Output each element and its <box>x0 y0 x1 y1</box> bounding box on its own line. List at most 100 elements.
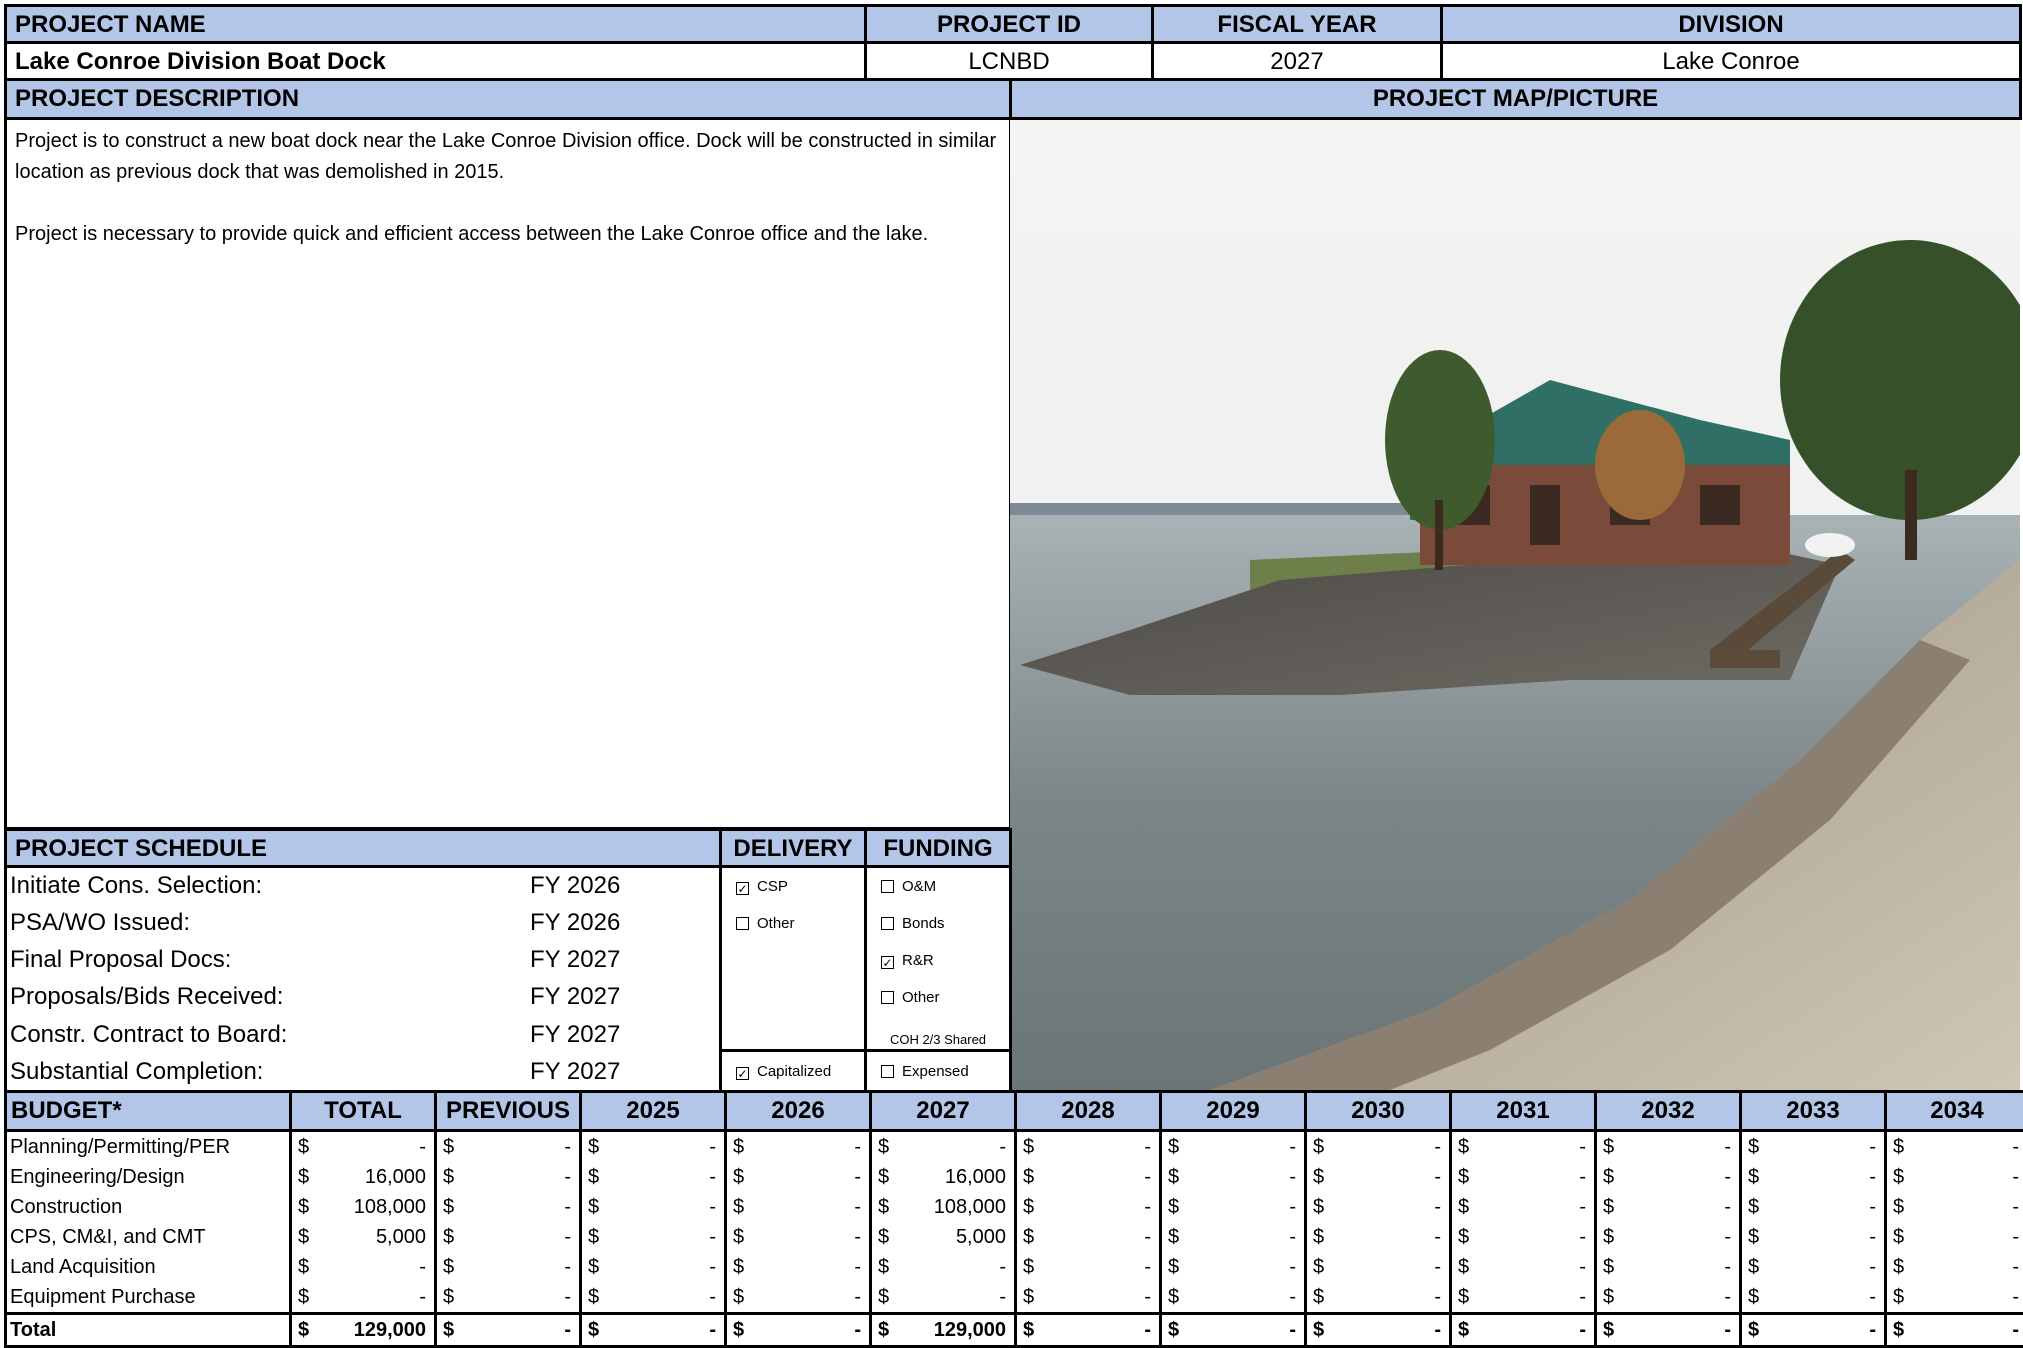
budget-cell: $- <box>1306 1192 1451 1222</box>
project-id-value: LCNBD <box>864 41 1154 81</box>
budget-amount: - <box>564 1226 571 1249</box>
budget-cell: $- <box>581 1192 726 1222</box>
schedule-task: PSA/WO Issued: <box>10 904 530 941</box>
budget-amount: - <box>1724 1226 1731 1249</box>
fiscal-year-value: 2027 <box>1151 41 1443 81</box>
budget-column-header: 2027 <box>871 1092 1016 1131</box>
currency-symbol: $ <box>1023 1196 1034 1219</box>
budget-cell: $- <box>871 1252 1016 1282</box>
currency-symbol: $ <box>588 1286 599 1309</box>
budget-column-header: 2030 <box>1306 1092 1451 1131</box>
budget-amount: - <box>1289 1136 1296 1159</box>
currency-symbol: $ <box>298 1256 309 1279</box>
currency-symbol: $ <box>298 1196 309 1219</box>
budget-amount: - <box>1579 1256 1586 1279</box>
budget-amount: - <box>1289 1226 1296 1249</box>
budget-cell: $- <box>1596 1314 1741 1347</box>
budget-row: CPS, CM&I, and CMT$5,000$-$-$-$5,000$-$-… <box>6 1222 2023 1252</box>
currency-symbol: $ <box>588 1226 599 1249</box>
funding-other-option[interactable]: Other <box>867 979 1007 1016</box>
expensed-option[interactable]: Expensed <box>867 1053 1007 1090</box>
checkbox-unchecked-icon[interactable] <box>881 880 894 893</box>
budget-cell: $- <box>1016 1131 1161 1163</box>
currency-symbol: $ <box>1893 1286 1904 1309</box>
budget-amount: - <box>2012 1286 2019 1309</box>
funding-bonds-option[interactable]: Bonds <box>867 905 1007 942</box>
budget-amount: - <box>709 1319 716 1342</box>
budget-cell: $- <box>1596 1252 1741 1282</box>
budget-cell: $- <box>1451 1222 1596 1252</box>
checkbox-checked-icon[interactable]: ✓ <box>736 882 749 895</box>
budget-amount: - <box>709 1136 716 1159</box>
currency-symbol: $ <box>1603 1286 1614 1309</box>
budget-amount: - <box>1869 1136 1876 1159</box>
currency-symbol: $ <box>1893 1256 1904 1279</box>
budget-cell: $- <box>1306 1314 1451 1347</box>
budget-row-label: Engineering/Design <box>6 1162 291 1192</box>
budget-row-label: Land Acquisition <box>6 1252 291 1282</box>
budget-header-row: BUDGET* TOTAL PREVIOUS 2025 2026 2027 20… <box>6 1092 2023 1131</box>
capitalized-option[interactable]: ✓Capitalized <box>722 1053 862 1090</box>
checkbox-unchecked-icon[interactable] <box>736 917 749 930</box>
currency-symbol: $ <box>443 1286 454 1309</box>
budget-cell: $- <box>1741 1192 1886 1222</box>
budget-amount: - <box>1724 1166 1731 1189</box>
budget-cell: $- <box>1161 1252 1306 1282</box>
budget-cell: $- <box>1451 1252 1596 1282</box>
checkbox-unchecked-icon[interactable] <box>881 1065 894 1078</box>
funding-om-option[interactable]: O&M <box>867 868 1007 905</box>
description-label: PROJECT DESCRIPTION <box>4 78 1012 120</box>
budget-row-label: Planning/Permitting/PER <box>6 1131 291 1163</box>
budget-cell: $- <box>1886 1131 2023 1163</box>
budget-cell: $108,000 <box>291 1192 436 1222</box>
budget-amount: - <box>564 1256 571 1279</box>
budget-cell: $- <box>1016 1252 1161 1282</box>
currency-symbol: $ <box>588 1166 599 1189</box>
currency-symbol: $ <box>1168 1226 1179 1249</box>
budget-column-header: 2032 <box>1596 1092 1741 1131</box>
budget-cell: $- <box>1451 1162 1596 1192</box>
checkbox-unchecked-icon[interactable] <box>881 991 894 1004</box>
funding-rr-option[interactable]: ✓R&R <box>867 942 1007 979</box>
schedule-fy: FY 2027 <box>530 1016 710 1053</box>
currency-symbol: $ <box>443 1196 454 1219</box>
budget-cell: $- <box>581 1252 726 1282</box>
budget-amount: - <box>1289 1286 1296 1309</box>
budget-amount: - <box>2012 1256 2019 1279</box>
budget-cell: $129,000 <box>291 1314 436 1347</box>
budget-cell: $- <box>1886 1252 2023 1282</box>
budget-row-label: CPS, CM&I, and CMT <box>6 1222 291 1252</box>
delivery-other-label: Other <box>757 915 795 932</box>
budget-cell: $- <box>581 1314 726 1347</box>
currency-symbol: $ <box>1748 1136 1759 1159</box>
fiscal-year-label: FISCAL YEAR <box>1151 4 1443 44</box>
budget-cell: $- <box>726 1314 871 1347</box>
budget-cell: $- <box>1886 1192 2023 1222</box>
budget-cell: $- <box>581 1131 726 1163</box>
budget-cell: $- <box>436 1282 581 1314</box>
budget-cell: $- <box>1161 1131 1306 1163</box>
budget-cell: $- <box>1886 1162 2023 1192</box>
checkbox-checked-icon[interactable]: ✓ <box>736 1067 749 1080</box>
budget-amount: - <box>564 1319 571 1342</box>
currency-symbol: $ <box>1313 1286 1324 1309</box>
currency-symbol: $ <box>1458 1226 1469 1249</box>
budget-row-label: Equipment Purchase <box>6 1282 291 1314</box>
budget-cell: $5,000 <box>291 1222 436 1252</box>
checkbox-unchecked-icon[interactable] <box>881 917 894 930</box>
budget-cell: $- <box>1016 1162 1161 1192</box>
project-name-label: PROJECT NAME <box>4 4 867 44</box>
delivery-csp-option[interactable]: ✓CSP <box>722 868 862 905</box>
description-body: Project is to construct a new boat dock … <box>4 117 1012 830</box>
currency-symbol: $ <box>1603 1166 1614 1189</box>
budget-table: BUDGET* TOTAL PREVIOUS 2025 2026 2027 20… <box>4 1090 2023 1348</box>
description-paragraph-1: Project is to construct a new boat dock … <box>15 126 1001 188</box>
budget-amount: - <box>1869 1226 1876 1249</box>
budget-amount: - <box>1144 1256 1151 1279</box>
budget-amount: - <box>1579 1196 1586 1219</box>
budget-cell: $- <box>291 1131 436 1163</box>
schedule-fy: FY 2027 <box>530 941 710 978</box>
budget-amount: - <box>1724 1196 1731 1219</box>
checkbox-checked-icon[interactable]: ✓ <box>881 956 894 969</box>
delivery-other-option[interactable]: Other <box>722 905 862 942</box>
